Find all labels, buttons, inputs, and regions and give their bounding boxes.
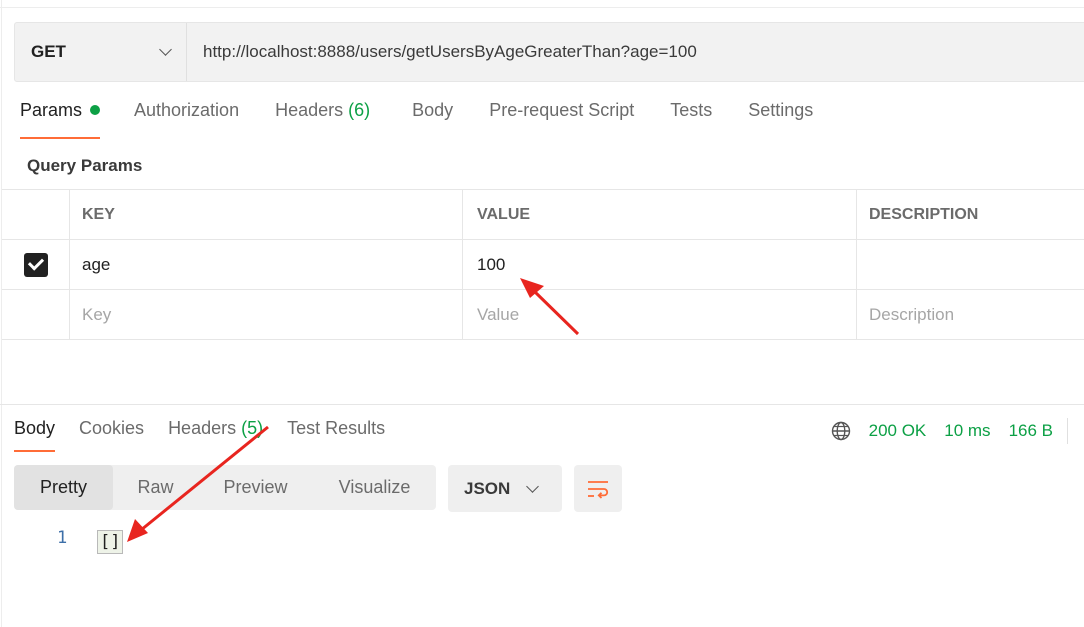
chevron-down-icon [526, 479, 540, 493]
format-label: JSON [464, 478, 511, 498]
header-description: DESCRIPTION [869, 205, 979, 223]
new-row-checkbox-cell [2, 290, 70, 339]
query-params-title: Query Params [27, 156, 143, 175]
view-preview[interactable]: Preview [198, 465, 313, 510]
response-size[interactable]: 166 B [1009, 421, 1053, 441]
description-placeholder[interactable]: Description [857, 290, 1084, 339]
params-table: KEY VALUE DESCRIPTION age 100 Key Value … [2, 189, 1084, 340]
wrap-lines-icon [588, 480, 609, 499]
response-status: 200 OK 10 ms 166 B [831, 418, 1068, 444]
tab-params[interactable]: Params [20, 100, 101, 142]
key-placeholder[interactable]: Key [70, 290, 463, 339]
tab-response-headers[interactable]: Headers (5) [168, 418, 263, 439]
method-select[interactable]: GET [15, 23, 187, 81]
param-value[interactable]: 100 [463, 240, 857, 289]
header-value: VALUE [463, 190, 857, 239]
status-separator [1067, 418, 1068, 444]
line-number: 1 [57, 528, 68, 548]
tab-pre-request-script[interactable]: Pre-request Script [489, 100, 634, 142]
value-placeholder[interactable]: Value [463, 290, 857, 339]
view-mode-selector: Pretty Raw Preview Visualize [14, 465, 436, 510]
tab-cookies[interactable]: Cookies [79, 418, 144, 439]
header-checkbox-cell [2, 190, 70, 239]
method-label: GET [31, 42, 66, 61]
format-select[interactable]: JSON [448, 465, 562, 512]
panel-divider [0, 404, 1084, 405]
tab-tests[interactable]: Tests [670, 100, 712, 142]
wrap-lines-button[interactable] [574, 465, 622, 512]
table-row: age 100 [2, 240, 1084, 290]
globe-icon[interactable] [831, 421, 851, 441]
response-tabs: Body Cookies Headers (5) Test Results [14, 418, 385, 452]
table-header-row: KEY VALUE DESCRIPTION [2, 189, 1084, 240]
view-visualize[interactable]: Visualize [313, 465, 436, 510]
chevron-down-icon [159, 43, 172, 56]
request-tabs: Params Authorization Headers (6) Body Pr… [20, 100, 813, 142]
row-checkbox-cell [2, 240, 70, 289]
tab-test-results[interactable]: Test Results [287, 418, 385, 439]
check-icon [27, 254, 44, 271]
tab-response-body[interactable]: Body [14, 418, 56, 452]
url-bar: GET [14, 22, 1084, 82]
status-code[interactable]: 200 OK [869, 421, 927, 441]
header-key: KEY [70, 190, 463, 239]
tab-settings[interactable]: Settings [748, 100, 813, 142]
response-body-content[interactable]: [] [97, 530, 124, 554]
tab-body[interactable]: Body [412, 100, 453, 142]
url-input[interactable] [187, 41, 1084, 63]
view-raw[interactable]: Raw [113, 465, 198, 510]
response-headers-count: (5) [241, 418, 264, 438]
tab-authorization[interactable]: Authorization [134, 100, 239, 142]
table-row-new: Key Value Description [2, 290, 1084, 340]
view-pretty[interactable]: Pretty [14, 465, 113, 510]
param-description[interactable] [857, 240, 1084, 289]
headers-count: (6) [348, 100, 371, 120]
params-active-dot [90, 104, 101, 115]
response-time[interactable]: 10 ms [944, 421, 990, 441]
param-key[interactable]: age [70, 240, 463, 289]
tab-headers[interactable]: Headers (6) [275, 100, 370, 142]
param-checkbox[interactable] [23, 252, 48, 277]
